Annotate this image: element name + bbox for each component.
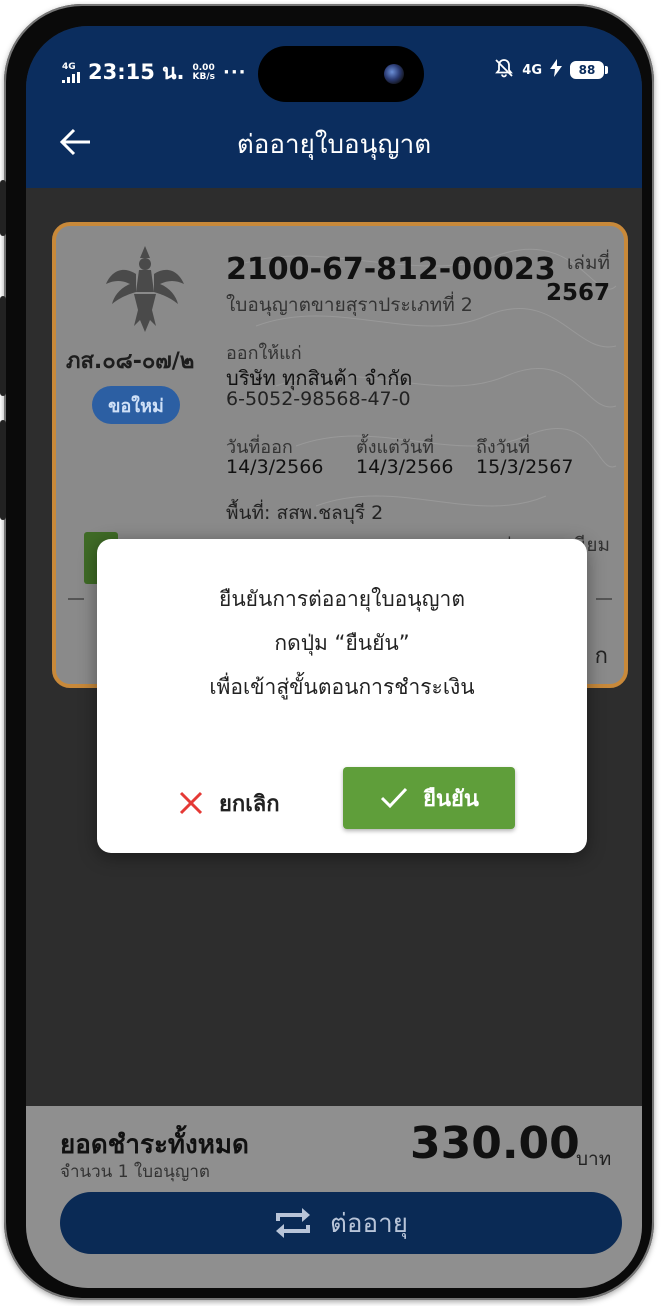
mobile-data-label: 4G (522, 62, 542, 78)
app-header: 4G 23:15 น. 0.00 KB/s ··· 4G 88 ต่ออายุใ… (26, 26, 642, 188)
confirm-label: ยืนยัน (423, 786, 479, 812)
license-count: จำนวน 1 ใบอนุญาต (60, 1162, 210, 1182)
status-badge: ขอใหม่ (92, 386, 180, 424)
page-title: ต่ออายุใบอนุญาต (236, 130, 432, 160)
end-date: 15/3/2567 (476, 456, 574, 478)
renew-button[interactable]: ต่ออายุ (60, 1192, 622, 1254)
form-code: ภส.๐๘-๐๗/๒ (66, 349, 195, 374)
license-type: ใบอนุญาตขายสุราประเภทที่ 2 (226, 294, 473, 316)
status-time: 23:15 น. (88, 60, 185, 84)
signal-icon: 4G (62, 61, 80, 83)
start-date: 14/3/2566 (356, 456, 454, 478)
card-tail-text: ก (594, 644, 608, 669)
cancel-label: ยกเลิก (219, 791, 280, 817)
tax-id: 6-5052-98568-47-0 (226, 388, 411, 410)
confirm-button[interactable]: ยืนยัน (343, 767, 515, 829)
book-number: 2567 (545, 280, 610, 306)
phone-frame: 4G 23:15 น. 0.00 KB/s ··· 4G 88 ต่ออายุใ… (0, 4, 654, 1300)
dialog-line-2: กดปุ่ม “ยืนยัน” (274, 631, 410, 655)
close-icon (179, 791, 203, 815)
status-right: 4G 88 (494, 58, 608, 82)
side-button-mute (0, 180, 6, 236)
bell-muted-icon (494, 58, 514, 82)
screen: 4G 23:15 น. 0.00 KB/s ··· 4G 88 ต่ออายุใ… (26, 26, 642, 1288)
currency-unit: บาท (576, 1148, 612, 1170)
repeat-icon (276, 1208, 311, 1238)
charging-icon (550, 59, 562, 81)
license-number: 2100-67-812-00023 (226, 252, 556, 287)
more-notifications: ··· (222, 62, 247, 83)
issue-date: 14/3/2566 (226, 456, 324, 478)
status-left: 4G 23:15 น. 0.00 KB/s ··· (62, 56, 247, 89)
network-speed: 0.00 KB/s (192, 62, 215, 82)
divider-left (68, 598, 84, 600)
book-label: เล่มที่ (566, 252, 610, 274)
battery-icon: 88 (570, 61, 608, 79)
side-button-volume-up (0, 296, 6, 396)
dynamic-island (258, 46, 424, 102)
divider-right (596, 598, 612, 600)
cancel-button[interactable]: ยกเลิก (177, 775, 317, 831)
network-type: 4G (62, 61, 76, 72)
area: พื้นที่: สสพ.ชลบุรี 2 (226, 502, 384, 524)
dialog-line-3: เพื่อเข้าสู่ขั้นตอนการชำระเงิน (209, 675, 475, 699)
side-button-volume-down (0, 420, 6, 520)
confirm-dialog: ยืนยันการต่ออายุใบอนุญาต กดปุ่ม “ยืนยัน”… (97, 539, 587, 853)
status-bar: 4G 23:15 น. 0.00 KB/s ··· 4G 88 (26, 26, 642, 116)
battery-level: 88 (570, 61, 604, 79)
check-icon (381, 787, 408, 809)
payment-summary: ยอดชำระทั้งหมด จำนวน 1 ใบอนุญาต 330.00 บ… (26, 1106, 642, 1288)
dialog-line-1: ยืนยันการต่ออายุใบอนุญาต (219, 587, 465, 611)
camera-icon (384, 64, 404, 84)
total-amount: 330.00 (410, 1118, 580, 1169)
garuda-emblem-icon (106, 246, 184, 332)
renew-label: ต่ออายุ (330, 1208, 408, 1239)
